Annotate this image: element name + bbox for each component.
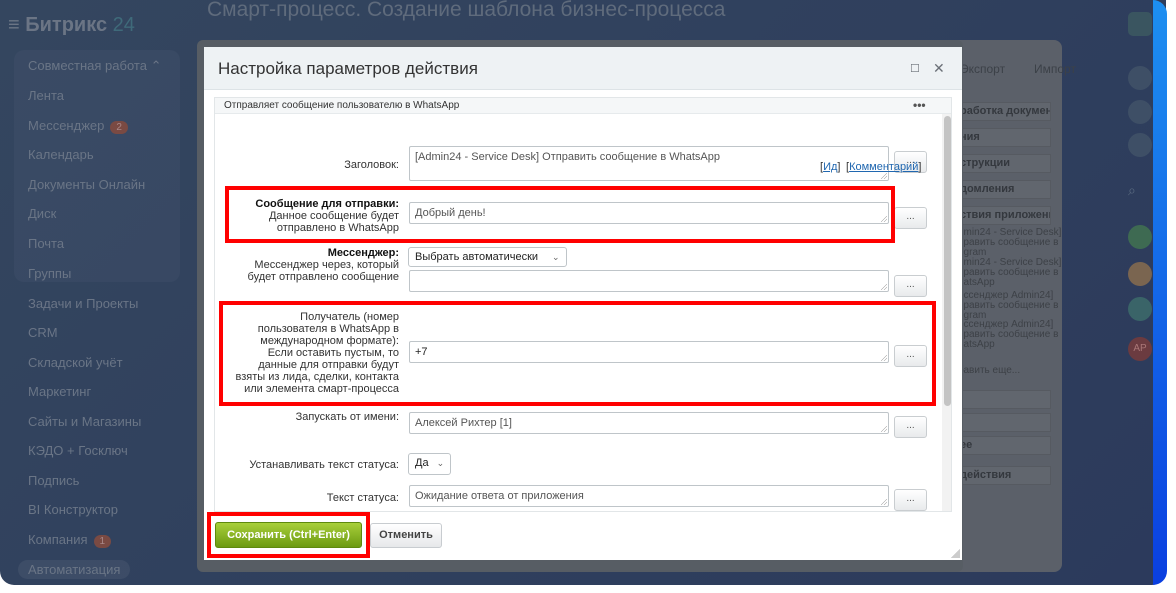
- chevron-down-icon: ⌄: [436, 458, 445, 468]
- sidebar-item[interactable]: Сайты и Магазины: [28, 414, 141, 429]
- logo-number: 24: [112, 14, 135, 36]
- messenger-input[interactable]: [409, 270, 889, 292]
- status-text-label: Текст статуса:: [326, 492, 399, 504]
- status-text-input[interactable]: Ожидание ответа от приложения: [409, 485, 889, 507]
- run-as-input[interactable]: Алексей Рихтер [1]: [409, 412, 889, 434]
- bell-icon[interactable]: [1128, 100, 1152, 124]
- activity-group[interactable]: [955, 390, 1051, 409]
- sidebar-item[interactable]: КЭДО + Госключ: [28, 443, 128, 458]
- set-status-label: Устанавливать текст статуса:: [249, 459, 399, 471]
- page-title: Смарт-процесс. Создание шаблона бизнес-п…: [207, 0, 726, 21]
- counter-badge: 1: [93, 535, 112, 548]
- activity-group[interactable]: струкции: [955, 154, 1051, 173]
- messenger-label: Мессенджер:: [327, 247, 399, 259]
- sidebar-item[interactable]: Мессенджер 2: [28, 118, 128, 134]
- message-more-button[interactable]: ...: [894, 207, 927, 229]
- dialog-title: Настройка параметров действия: [218, 59, 478, 78]
- activity-item[interactable]: dmin24 - Service Desk] править сообщение…: [958, 228, 1061, 258]
- sidebar-item[interactable]: Диск: [28, 206, 56, 221]
- activity-group[interactable]: [955, 413, 1051, 432]
- sidebar-item[interactable]: BI Конструктор: [28, 502, 118, 517]
- highlight-box: [225, 186, 895, 243]
- import-button[interactable]: Импорт: [1034, 62, 1076, 76]
- sidebar-item[interactable]: Документы Онлайн: [28, 177, 145, 192]
- activity-group[interactable]: работка документа: [955, 102, 1051, 121]
- activity-description: Отправляет сообщение пользователю в What…: [215, 98, 951, 114]
- scrollbar-thumb[interactable]: [944, 116, 951, 406]
- sidebar-item-active[interactable]: Автоматизация: [18, 560, 131, 579]
- highlight-box: [219, 301, 936, 406]
- sidebar-item[interactable]: Маркетинг: [28, 384, 91, 399]
- activity-item[interactable]: dmin24 - Service Desk] править сообщение…: [958, 258, 1061, 288]
- more-options-icon[interactable]: •••: [913, 98, 926, 112]
- activity-item[interactable]: ессенджер Admin24] править сообщение в h…: [958, 320, 1058, 350]
- activity-group[interactable]: ствия приложений: [955, 206, 1051, 225]
- title-input[interactable]: [Admin24 - Service Desk] Отправить сообщ…: [409, 146, 889, 181]
- user-avatar[interactable]: АР: [1128, 337, 1152, 361]
- sidebar-item[interactable]: Группы: [28, 266, 71, 281]
- set-status-select[interactable]: Да ⌄: [408, 453, 452, 475]
- help-icon[interactable]: [1128, 12, 1152, 36]
- cancel-button[interactable]: Отменить: [370, 523, 442, 548]
- messenger-hint: Мессенджер через, который будет отправле…: [247, 259, 399, 283]
- app-icon[interactable]: [1128, 225, 1152, 249]
- sidebar-item[interactable]: Календарь: [28, 147, 94, 162]
- logo[interactable]: ≡ Битрикс 24: [8, 14, 135, 37]
- maximize-icon[interactable]: ☐: [910, 62, 920, 75]
- highlight-box: [207, 512, 370, 558]
- messenger-select[interactable]: Выбрать автоматически ⌄: [408, 247, 567, 267]
- avatar[interactable]: [1128, 262, 1152, 286]
- counter-badge: 2: [110, 121, 128, 134]
- activity-item[interactable]: ессенджер Admin24] править сообщение в e…: [958, 291, 1058, 321]
- sidebar-item[interactable]: Лента: [28, 88, 64, 103]
- sidebar-item[interactable]: Почта: [28, 236, 64, 251]
- sidebar-item[interactable]: Задачи и Проекты: [28, 296, 138, 311]
- title-label: Заголовок:: [344, 159, 399, 171]
- run-as-label: Запускать от имени:: [295, 411, 399, 423]
- comment-link[interactable]: [Комментарий]: [846, 161, 921, 173]
- activity-group[interactable]: домления: [955, 180, 1051, 199]
- chat-icon[interactable]: [1128, 133, 1152, 157]
- scrollbar[interactable]: [942, 114, 951, 511]
- copilot-icon[interactable]: [1128, 66, 1152, 90]
- dialog-header[interactable]: Настройка параметров действия ☐ ✕: [204, 47, 962, 90]
- sidebar-item[interactable]: Подпись: [28, 473, 79, 488]
- activity-group[interactable]: ния: [955, 128, 1051, 147]
- search-icon[interactable]: ⌕: [1128, 182, 1152, 206]
- sidebar-item[interactable]: Складской учёт: [28, 355, 123, 370]
- status-text-more-button[interactable]: ...: [894, 489, 927, 511]
- id-link[interactable]: [Ид]: [820, 161, 840, 173]
- activity-group[interactable]: действия: [955, 466, 1051, 485]
- export-button[interactable]: Экспорт: [960, 62, 1005, 76]
- sidebar-item[interactable]: Компания 1: [28, 532, 112, 548]
- close-icon[interactable]: ✕: [933, 60, 945, 77]
- add-more-link[interactable]: бавить еще...: [958, 366, 1020, 376]
- sidebar-group-title[interactable]: Совместная работа ⌃: [28, 58, 161, 74]
- chevron-down-icon: ⌄: [552, 252, 560, 262]
- messages-icon[interactable]: [1128, 297, 1152, 321]
- messenger-more-button[interactable]: ...: [894, 275, 927, 297]
- run-as-more-button[interactable]: ...: [894, 416, 927, 438]
- activity-group[interactable]: ее: [955, 436, 1051, 455]
- sidebar-item[interactable]: CRM: [28, 325, 58, 340]
- window-edge: [1153, 0, 1167, 585]
- logo-text: Битрикс: [25, 14, 108, 36]
- resize-handle[interactable]: [951, 549, 960, 558]
